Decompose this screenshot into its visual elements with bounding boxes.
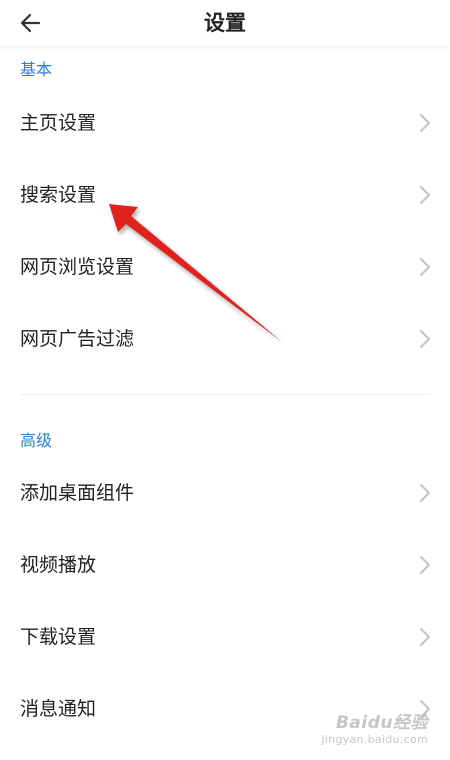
chevron-right-icon — [420, 556, 430, 574]
section-divider — [20, 394, 430, 395]
row-label: 添加桌面组件 — [20, 482, 135, 504]
watermark: Baidu经验 jingyan.baidu.com — [321, 708, 428, 746]
chevron-right-icon — [420, 186, 430, 204]
settings-row-homepage[interactable]: 主页设置 — [0, 87, 450, 159]
top-bar: 设置 — [0, 0, 450, 46]
row-label: 网页浏览设置 — [20, 256, 135, 278]
settings-row-browsing[interactable]: 网页浏览设置 — [0, 231, 450, 303]
settings-row-download[interactable]: 下载设置 — [0, 601, 450, 673]
row-label: 视频播放 — [20, 554, 97, 576]
chevron-right-icon — [420, 484, 430, 502]
section-label-advanced: 高级 — [20, 431, 53, 450]
chevron-right-icon — [420, 114, 430, 132]
chevron-right-icon — [420, 258, 430, 276]
row-label: 搜索设置 — [20, 184, 97, 206]
row-label: 下载设置 — [20, 626, 97, 648]
row-label: 主页设置 — [20, 112, 97, 134]
settings-row-desktop-widget[interactable]: 添加桌面组件 — [0, 457, 450, 529]
chevron-right-icon — [420, 330, 430, 348]
section-label-basic: 基本 — [20, 60, 53, 79]
row-label: 网页广告过滤 — [20, 328, 135, 350]
row-label: 消息通知 — [20, 698, 97, 720]
settings-row-ad-filter[interactable]: 网页广告过滤 — [0, 303, 450, 375]
settings-row-video-playback[interactable]: 视频播放 — [0, 529, 450, 601]
page-title: 设置 — [204, 11, 246, 35]
settings-row-search[interactable]: 搜索设置 — [0, 159, 450, 231]
watermark-brand: Baidu经验 — [335, 713, 428, 733]
chevron-right-icon — [420, 628, 430, 646]
watermark-url: jingyan.baidu.com — [321, 733, 428, 746]
